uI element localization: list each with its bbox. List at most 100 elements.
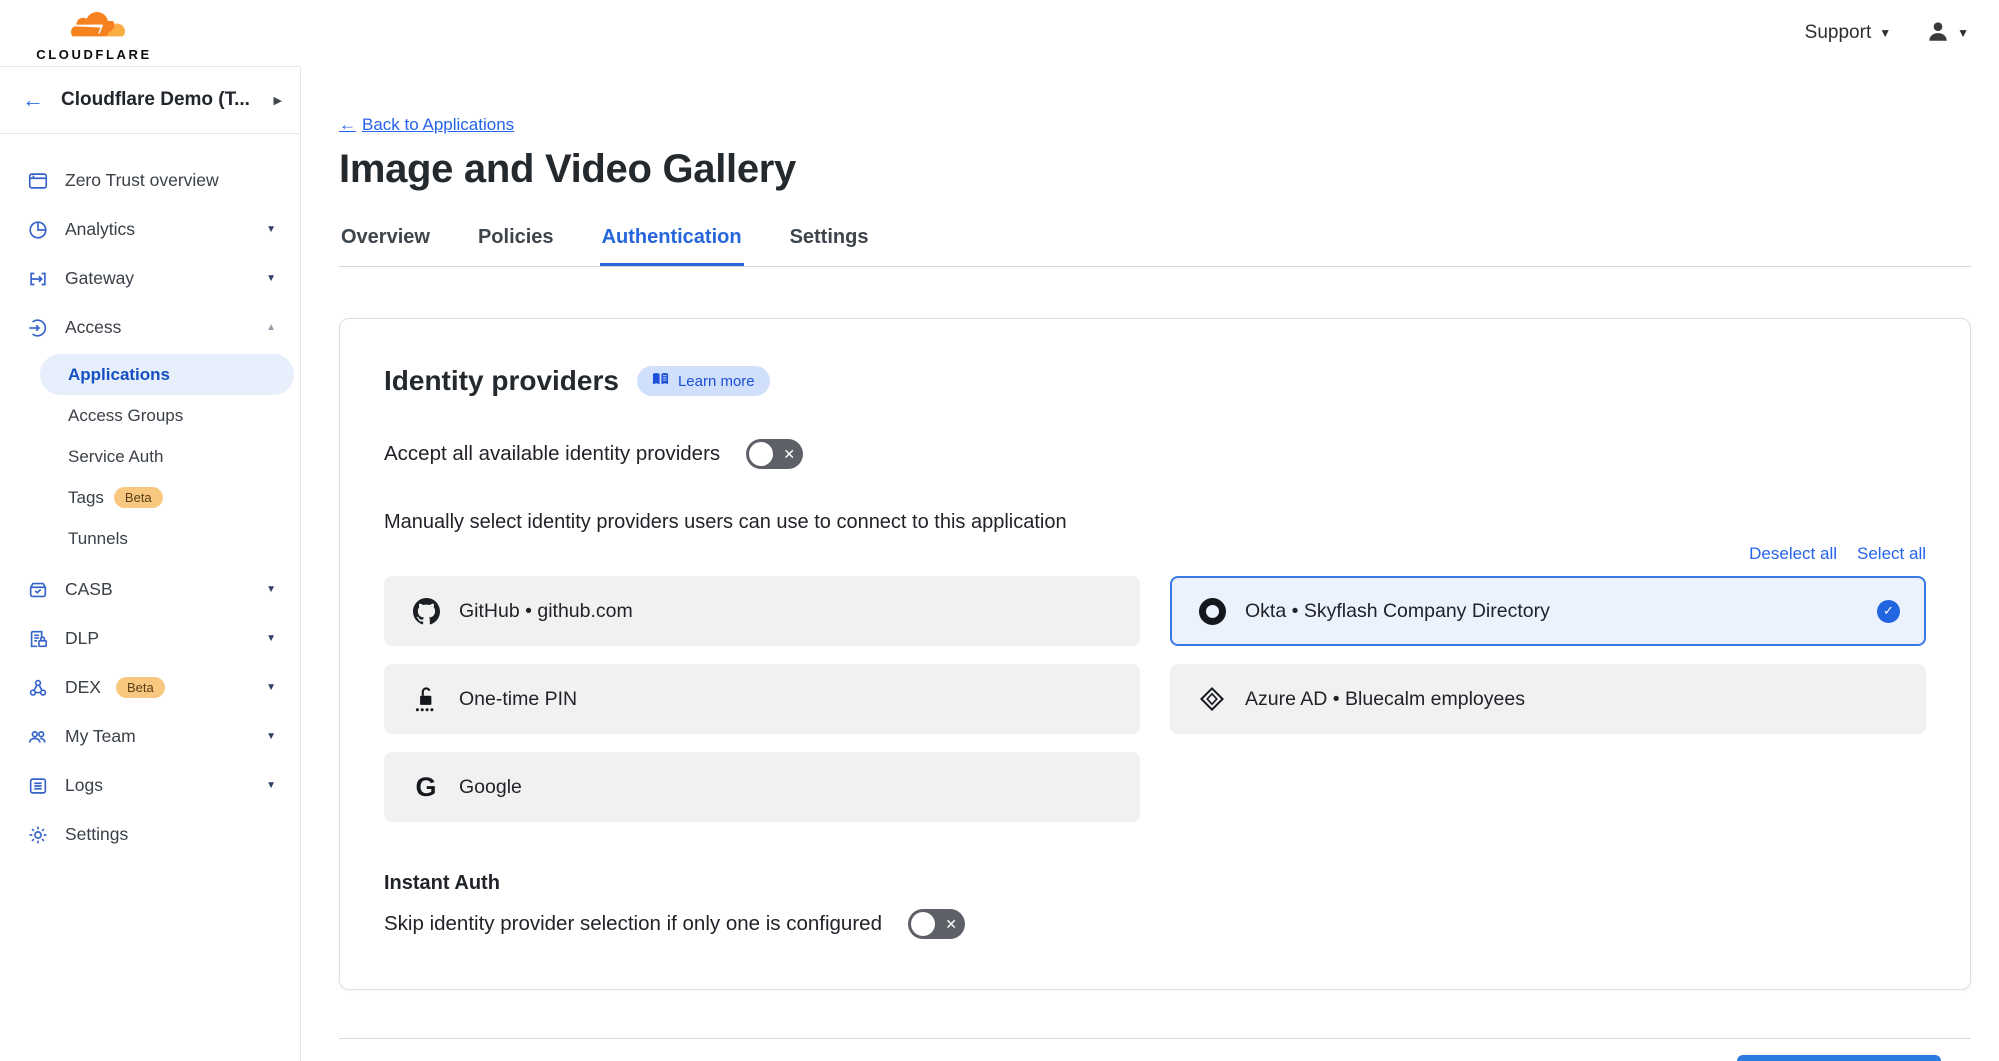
provider-name: One-time PIN <box>459 688 577 711</box>
sidebar-item-label: CASB <box>65 579 113 600</box>
instant-auth-heading: Instant Auth <box>384 872 1926 895</box>
beta-badge: Beta <box>114 487 163 508</box>
chevron-down-icon[interactable]: ▼ <box>266 682 276 693</box>
one-time-pin-icon <box>412 685 440 713</box>
learn-more-label: Learn more <box>678 373 755 390</box>
tab-authentication[interactable]: Authentication <box>600 222 744 266</box>
account-name[interactable]: Cloudflare Demo (T... <box>61 89 250 111</box>
provider-name: Azure AD • Bluecalm employees <box>1245 688 1525 711</box>
back-to-applications-link[interactable]: ← Back to Applications <box>339 115 514 135</box>
sidebar-item-zero-trust-overview[interactable]: Zero Trust overview <box>0 156 300 205</box>
cloudflare-cloud-icon <box>55 9 133 46</box>
chevron-down-icon[interactable]: ▼ <box>266 584 276 595</box>
overview-icon <box>26 169 50 193</box>
user-menu[interactable]: ▼ <box>1925 18 1969 49</box>
provider-name: Google <box>459 776 522 799</box>
select-all-link[interactable]: Select all <box>1857 544 1926 564</box>
support-menu[interactable]: Support ▼ <box>1805 22 1891 44</box>
toggle-off-x-icon: ✕ <box>783 447 795 461</box>
provider-name: GitHub • github.com <box>459 600 633 623</box>
tab-bar: Overview Policies Authentication Setting… <box>339 222 1971 267</box>
dex-icon <box>26 676 50 700</box>
sidebar-item-applications[interactable]: Applications <box>40 354 294 395</box>
provider-tile-azure-ad[interactable]: Azure AD • Bluecalm employees <box>1170 664 1926 734</box>
provider-tile-google[interactable]: G Google <box>384 752 1140 822</box>
page-title: Image and Video Gallery <box>339 147 1971 192</box>
sidebar-item-my-team[interactable]: My Team ▼ <box>0 712 300 761</box>
topbar: CLOUDFLARE Support ▼ ▼ <box>0 0 1999 66</box>
sidebar-item-label: Service Auth <box>68 447 163 467</box>
sidebar-item-dlp[interactable]: DLP ▼ <box>0 614 300 663</box>
topbar-right: Support ▼ ▼ <box>1805 18 1969 49</box>
provider-tile-github[interactable]: GitHub • github.com <box>384 576 1140 646</box>
okta-icon <box>1198 597 1226 625</box>
chevron-down-icon[interactable]: ▼ <box>266 731 276 742</box>
sidebar-item-tags[interactable]: Tags Beta <box>0 477 300 518</box>
selected-check-icon: ✓ <box>1877 600 1900 623</box>
toggle-knob <box>749 442 773 466</box>
accept-all-label: Accept all available identity providers <box>384 442 720 466</box>
chevron-down-icon: ▼ <box>1957 26 1969 40</box>
sidebar-account-header: ← Cloudflare Demo (T... ▶ <box>0 67 300 134</box>
toggle-off-x-icon: ✕ <box>945 917 957 931</box>
cloudflare-logo: CLOUDFLARE <box>14 5 174 62</box>
sidebar-item-settings[interactable]: Settings <box>0 810 300 859</box>
sidebar-item-casb[interactable]: CASB ▼ <box>0 565 300 614</box>
github-icon <box>412 597 440 625</box>
sidebar: ← Cloudflare Demo (T... ▶ Zero Trust ove… <box>0 66 301 1061</box>
sidebar-item-label: Tags <box>68 488 104 508</box>
sidebar-item-access[interactable]: Access ▲ <box>0 303 300 352</box>
provider-tile-one-time-pin[interactable]: One-time PIN <box>384 664 1140 734</box>
tab-policies[interactable]: Policies <box>476 222 556 266</box>
dlp-icon <box>26 627 50 651</box>
sidebar-item-label: Settings <box>65 824 128 845</box>
identity-providers-card: Identity providers Learn more Accept all… <box>339 318 1971 990</box>
instant-auth-label: Skip identity provider selection if only… <box>384 912 882 936</box>
back-arrow-icon[interactable]: ← <box>22 89 44 111</box>
sidebar-item-label: Applications <box>68 365 170 385</box>
instant-auth-toggle[interactable]: ✕ <box>908 909 965 939</box>
logs-icon <box>26 774 50 798</box>
chevron-down-icon[interactable]: ▼ <box>266 273 276 284</box>
azure-ad-icon <box>1198 685 1226 713</box>
chevron-down-icon[interactable]: ▼ <box>266 780 276 791</box>
chevron-right-icon[interactable]: ▶ <box>274 94 282 107</box>
google-icon: G <box>412 773 440 801</box>
sidebar-item-logs[interactable]: Logs ▼ <box>0 761 300 810</box>
support-label: Support <box>1805 22 1872 44</box>
learn-more-badge[interactable]: Learn more <box>637 366 770 396</box>
sidebar-item-access-groups[interactable]: Access Groups <box>0 395 300 436</box>
access-icon <box>26 316 50 340</box>
back-link-label: Back to Applications <box>362 115 514 135</box>
beta-badge: Beta <box>116 677 165 698</box>
sidebar-item-dex[interactable]: DEX Beta ▼ <box>0 663 300 712</box>
toggle-knob <box>911 912 935 936</box>
casb-icon <box>26 578 50 602</box>
tab-settings[interactable]: Settings <box>788 222 871 266</box>
footer-actions: Cancel Save application <box>339 1039 1971 1061</box>
manual-select-text: Manually select identity providers users… <box>384 511 1926 534</box>
sidebar-item-label: Logs <box>65 775 103 796</box>
book-icon <box>652 372 669 390</box>
provider-tile-okta[interactable]: Okta • Skyflash Company Directory ✓ <box>1170 576 1926 646</box>
sidebar-item-gateway[interactable]: Gateway ▼ <box>0 254 300 303</box>
tab-overview[interactable]: Overview <box>339 222 432 266</box>
save-application-button[interactable]: Save application <box>1737 1055 1941 1061</box>
user-avatar-icon <box>1925 18 1951 49</box>
main-content: ← Back to Applications Image and Video G… <box>301 66 1999 1061</box>
chevron-up-icon[interactable]: ▲ <box>266 322 276 333</box>
accept-all-toggle[interactable]: ✕ <box>746 439 803 469</box>
sidebar-item-tunnels[interactable]: Tunnels <box>0 518 300 559</box>
deselect-all-link[interactable]: Deselect all <box>1749 544 1837 564</box>
chevron-down-icon: ▼ <box>1879 26 1891 40</box>
chevron-down-icon[interactable]: ▼ <box>266 224 276 235</box>
sidebar-item-label: DLP <box>65 628 99 649</box>
sidebar-nav: Zero Trust overview Analytics ▼ Gateway <box>0 134 300 859</box>
sidebar-item-service-auth[interactable]: Service Auth <box>0 436 300 477</box>
sidebar-item-analytics[interactable]: Analytics ▼ <box>0 205 300 254</box>
chevron-down-icon[interactable]: ▼ <box>266 633 276 644</box>
analytics-icon <box>26 218 50 242</box>
sidebar-item-label: Analytics <box>65 219 135 240</box>
sidebar-item-label: Tunnels <box>68 529 128 549</box>
cloudflare-logo-text: CLOUDFLARE <box>36 47 152 62</box>
